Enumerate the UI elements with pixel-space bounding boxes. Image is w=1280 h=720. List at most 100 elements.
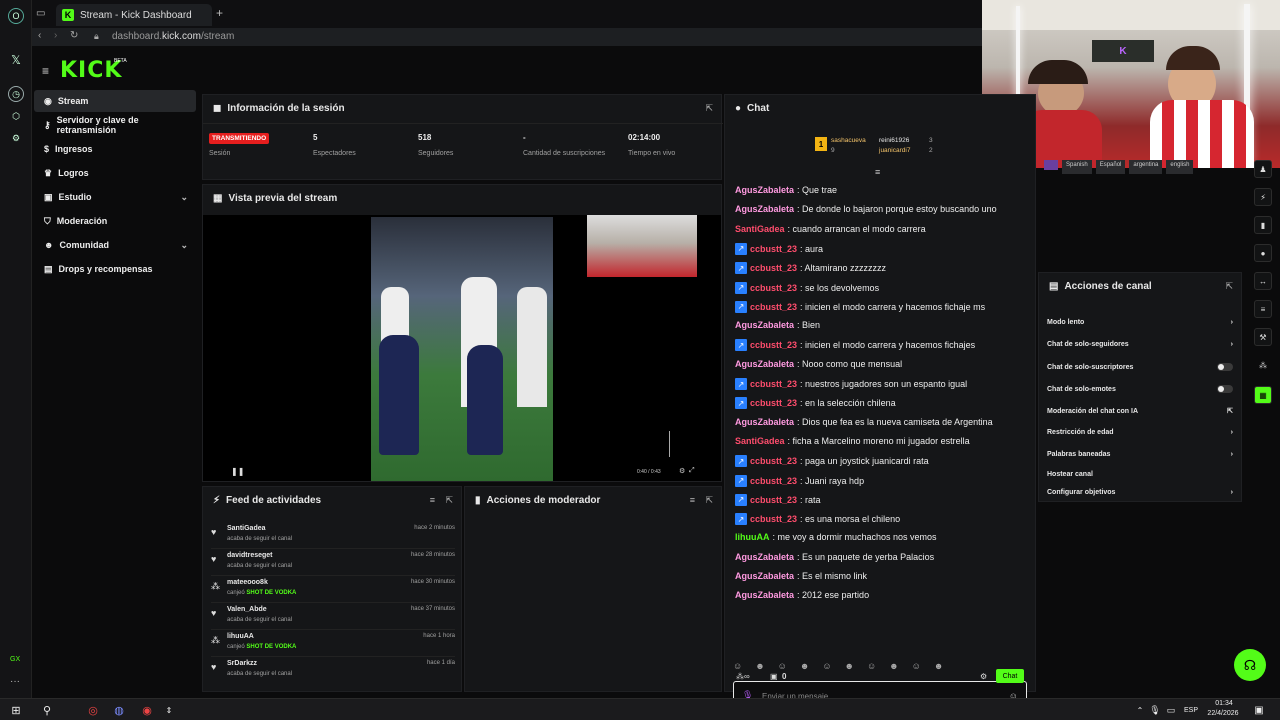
chat-username[interactable]: ccbustt_23 (750, 340, 797, 350)
filter-icon[interactable]: ≡ (690, 495, 695, 505)
wrench-icon[interactable]: ⚒ (1254, 328, 1272, 346)
sidebar-item-studio[interactable]: ▣ Estudio ⌄ (34, 186, 196, 208)
windows-start-icon[interactable]: ⊞ (9, 703, 23, 717)
share-icon[interactable]: ⁂ (1254, 356, 1272, 374)
opera-gx-icon[interactable]: O (8, 8, 24, 24)
sidebar-item-stream[interactable]: ◉ Stream (34, 90, 196, 112)
chat-username[interactable]: lihuuAA (735, 532, 770, 542)
video-player[interactable]: ❚❚ 0:40 / 0:43 ⚙ ⤢ (203, 215, 721, 481)
chat-username[interactable]: ccbustt_23 (750, 302, 797, 312)
settings-icon[interactable]: ⚙ (8, 130, 24, 146)
tab-list-icon[interactable]: ▭ (36, 8, 45, 19)
action-age-restriction[interactable]: Restricción de edad › (1047, 429, 1233, 436)
opera-gx-taskbar-icon[interactable]: ◎ (86, 703, 100, 717)
sidebar-item-moderation[interactable]: ⛉ Moderación (34, 210, 196, 232)
new-tab-button[interactable]: + (216, 6, 223, 20)
sidebar-item-drops[interactable]: ▤ Drops y recompensas (34, 258, 196, 280)
tab-kick-dashboard[interactable]: K Stream - Kick Dashboard (56, 4, 212, 26)
chat-send-button[interactable]: Chat (996, 669, 1024, 683)
document-icon[interactable]: ▮ (1254, 216, 1272, 234)
chat-username[interactable]: AgusZabaleta (735, 359, 794, 369)
clapper-icon[interactable]: ▦ (1254, 386, 1272, 404)
chat-message: AgusZabaleta: De donde lo bajaron porque… (735, 204, 997, 214)
popout-icon[interactable]: ⇱ (1225, 281, 1233, 292)
chat-text: : inicien el modo carrera y hacemos fich… (800, 301, 986, 312)
chat-username[interactable]: AgusZabaleta (735, 185, 794, 195)
chat-username[interactable]: ccbustt_23 (750, 244, 797, 254)
action-label: Chat de solo-emotes (1047, 385, 1116, 393)
chat-username[interactable]: AgusZabaleta (735, 590, 794, 600)
chat-username[interactable]: AgusZabaleta (735, 320, 794, 330)
microphone-icon[interactable]: 🎙︎ (1148, 703, 1162, 717)
pin-icon[interactable]: ≡ (875, 167, 880, 177)
second-gifter: reini61926 (879, 137, 910, 144)
share-icon[interactable]: ⁂∞ (736, 672, 750, 681)
chat-username[interactable]: AgusZabaleta (735, 417, 794, 427)
settings-icon[interactable]: ⚙ (679, 467, 685, 475)
chat-username[interactable]: AgusZabaleta (735, 204, 794, 214)
search-icon[interactable]: ⚲ (40, 703, 54, 717)
emotes-only-toggle[interactable] (1217, 385, 1233, 393)
forward-icon[interactable]: › (54, 30, 57, 41)
chat-username[interactable]: ccbustt_23 (750, 283, 797, 293)
notification-icon[interactable]: ▣ (1252, 703, 1266, 717)
sidebar-item-income[interactable]: $ Ingresos (34, 138, 196, 160)
language-indicator[interactable]: ESP (1180, 703, 1202, 717)
bolt-icon[interactable]: ⚡︎ (1254, 188, 1272, 206)
sidebar-item-server-key[interactable]: ⚷ Servidor y clave de retransmisión (34, 114, 196, 136)
pause-icon[interactable]: ❚❚ (231, 467, 244, 476)
chat-username[interactable]: ccbustt_23 (750, 398, 797, 408)
user-icon[interactable]: ♟ (1254, 160, 1272, 178)
action-slow-mode[interactable]: Modo lento › (1047, 319, 1233, 326)
back-icon[interactable]: ‹ (38, 30, 41, 41)
cube-icon[interactable]: ⬡ (8, 108, 24, 124)
video-time: 0:40 / 0:43 (637, 469, 661, 475)
chat-username[interactable]: ccbustt_23 (750, 476, 797, 486)
filter-icon[interactable]: ≡ (430, 495, 435, 505)
chevron-up-down-icon[interactable]: ⇕ (162, 703, 176, 717)
chat-username[interactable]: AgusZabaleta (735, 552, 794, 562)
action-host-channel[interactable]: Hostear canal (1047, 471, 1233, 478)
chat-username[interactable]: ccbustt_23 (750, 456, 797, 466)
chat-username[interactable]: AgusZabaleta (735, 571, 794, 581)
chat-username[interactable]: ccbustt_23 (750, 495, 797, 505)
popout-icon[interactable]: ⇱ (705, 495, 713, 506)
action-goals[interactable]: Configurar objetivos › (1047, 489, 1233, 496)
action-banned-words[interactable]: Palabras baneadas › (1047, 451, 1233, 458)
sidebar-item-label: Estudio (58, 192, 92, 202)
reload-icon[interactable]: ↻ (70, 30, 78, 41)
clock-date[interactable]: 22/4/2026 (1200, 710, 1246, 717)
chat-username[interactable]: ccbustt_23 (750, 263, 797, 273)
network-icon[interactable]: ▭ (1164, 703, 1178, 717)
action-emotes-only[interactable]: Chat de solo-emotes (1047, 385, 1233, 393)
clock-time[interactable]: 01:34 (1206, 700, 1242, 707)
chat-username[interactable]: SantiGadea (735, 224, 785, 234)
more-icon[interactable]: ··· (10, 676, 20, 687)
chat-username[interactable]: ccbustt_23 (750, 514, 797, 524)
obs-icon[interactable]: ◉ (140, 703, 154, 717)
tray-chevron-icon[interactable]: ⌃ (1133, 703, 1147, 717)
x-twitter-icon[interactable]: 𝕏 (8, 52, 24, 68)
menu-icon[interactable]: ≡ (42, 64, 51, 78)
chat-username[interactable]: ccbustt_23 (750, 379, 797, 389)
sidebar-item-achievements[interactable]: ♛ Logros (34, 162, 196, 184)
action-subs-only[interactable]: Chat de solo-suscriptores (1047, 363, 1233, 371)
list-icon[interactable]: ≡ (1254, 300, 1272, 318)
chat-username[interactable]: SantiGadea (735, 436, 785, 446)
fullscreen-icon[interactable]: ⤢ (689, 467, 695, 475)
popout-icon[interactable]: ⇱ (445, 495, 453, 506)
action-ai-moderation[interactable]: Moderación del chat con IA ⇱ (1047, 407, 1233, 416)
link-icon[interactable]: ↔ (1254, 272, 1272, 290)
popout-icon[interactable]: ⇱ (705, 103, 713, 114)
sidebar-item-community[interactable]: ☻ Comunidad ⌄ (34, 234, 196, 256)
chat-bubble-icon[interactable]: ● (1254, 244, 1272, 262)
discord-icon[interactable]: ◍ (112, 703, 126, 717)
chat-text: : rata (800, 494, 821, 505)
support-icon[interactable]: ☊ (1234, 649, 1266, 681)
url-field[interactable]: dashboard.kick.com/stream (112, 31, 234, 42)
action-followers-only[interactable]: Chat de solo-seguidores › (1047, 341, 1233, 348)
subs-only-toggle[interactable] (1217, 363, 1233, 371)
clock-icon[interactable]: ◷ (8, 86, 24, 102)
settings-icon[interactable]: ⚙ (980, 672, 987, 681)
session-info-panel: ◼ Información de la sesión ⇱ TRANSMITIEND… (202, 94, 723, 180)
